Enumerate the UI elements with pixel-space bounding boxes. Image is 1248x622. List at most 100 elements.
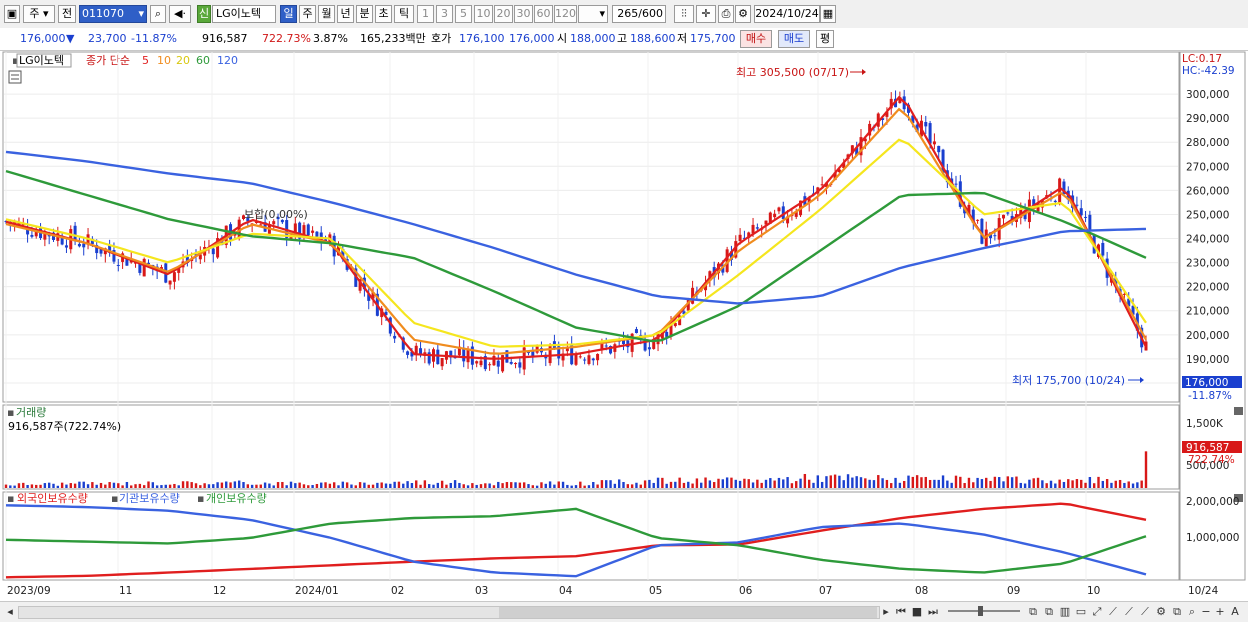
prev-button[interactable]: 전 <box>58 5 76 23</box>
volume-bar <box>138 483 142 488</box>
interval-button-60[interactable]: 60 <box>534 5 553 23</box>
date-field[interactable]: 2024/10/24 <box>754 5 820 23</box>
rewind-icon[interactable]: ⏮ <box>894 604 908 619</box>
volume-bar <box>682 482 686 488</box>
settings-small-icon[interactable]: ⚙ <box>1154 604 1168 619</box>
volume-bar <box>43 483 47 488</box>
volume-bar <box>687 481 690 488</box>
draw-line-icon[interactable]: ⟋ <box>1138 604 1152 619</box>
interval-button-30[interactable]: 30 <box>514 5 533 23</box>
copy-icon[interactable]: ⧉ <box>1042 604 1056 619</box>
zoom-out-icon[interactable]: − <box>1200 604 1212 619</box>
volume-bar <box>859 477 863 488</box>
expand-icon[interactable]: ⤢ <box>1090 604 1104 619</box>
search-icon[interactable]: ⌕ <box>150 5 166 23</box>
scroll-right-icon[interactable]: ▸ <box>880 604 892 619</box>
volume-bar <box>777 477 781 488</box>
speaker-icon[interactable]: ◀· <box>169 5 191 23</box>
scroll-left-icon[interactable]: ◂ <box>4 604 16 619</box>
stock-name-field[interactable]: LG이노텍 <box>212 5 276 23</box>
interval-button-120[interactable]: 120 <box>554 5 577 23</box>
legend-foreign[interactable]: 외국인보유수량 <box>17 492 88 505</box>
bar-count-field[interactable]: 265/600 <box>612 5 666 23</box>
price-panel-title[interactable]: LG이노텍 <box>19 54 64 67</box>
volume-bar <box>605 480 608 488</box>
volume-bar <box>902 480 906 488</box>
volume-bar <box>548 481 552 488</box>
chart-svg[interactable]: ▪ LG이노텍 종가 단순 5 10 20 60 120 300,000 290,… <box>0 50 1248 601</box>
panel-close-icon[interactable] <box>1234 407 1243 415</box>
period-prefix-select[interactable]: 주 ▾ <box>23 5 55 23</box>
print-icon[interactable]: ⎙ <box>718 5 734 23</box>
crosshair-icon[interactable]: ✛ <box>696 5 716 23</box>
period-button-tick[interactable]: 틱 <box>394 5 414 23</box>
volume-bar <box>941 475 945 488</box>
fast-forward-icon[interactable]: ⏭ <box>926 604 940 619</box>
volume-bar <box>561 481 565 488</box>
calendar-icon[interactable]: ▦ <box>820 5 836 23</box>
export-icon[interactable]: ⧉ <box>1170 604 1184 619</box>
top-toolbar: ▣ 주 ▾ 전 011070 ▾ ⌕ ◀· 신 LG이노텍 일 주 월 년 분 초… <box>0 0 1248 29</box>
font-size-icon[interactable]: A <box>1228 604 1242 619</box>
volume-bar <box>341 481 345 488</box>
volume-panel-title[interactable]: 거래량 <box>16 406 46 419</box>
legend-individual[interactable]: 개인보유수량 <box>206 492 267 505</box>
candle-body <box>406 351 410 355</box>
volume-bar <box>626 484 630 488</box>
interval-button-3[interactable]: 3 <box>436 5 453 23</box>
period-button-minute[interactable]: 분 <box>356 5 373 23</box>
volume-bar <box>186 481 189 488</box>
interval-button-1[interactable]: 1 <box>417 5 434 23</box>
candle-body <box>116 264 120 266</box>
interval-custom-select[interactable]: ▾ <box>578 5 608 23</box>
volume-bar <box>907 475 910 488</box>
gear-icon[interactable]: ⚙ <box>735 5 751 23</box>
volume-tick-top: 1,500K <box>1186 418 1224 430</box>
stop-icon[interactable]: ■ <box>910 604 924 619</box>
volume-bar <box>997 477 1001 488</box>
trend-line-icon[interactable]: ⟋ <box>1106 604 1120 619</box>
volume-bar <box>155 485 159 488</box>
zoom-slider[interactable] <box>948 606 1020 616</box>
screen-menu-icon[interactable]: ▣ <box>4 5 20 23</box>
zoom-in-icon[interactable]: + <box>1214 604 1226 619</box>
period-button-day[interactable]: 일 <box>280 5 297 23</box>
panel-dot-icon: ▪ <box>7 492 14 505</box>
buy-button[interactable]: 매수 <box>740 30 772 48</box>
interval-button-5[interactable]: 5 <box>455 5 472 23</box>
period-button-year[interactable]: 년 <box>337 5 354 23</box>
candle-body <box>315 231 319 237</box>
volume-bar <box>492 485 496 488</box>
volume-bar <box>168 484 172 488</box>
candle-body <box>1101 242 1105 256</box>
eval-button[interactable]: 평 <box>816 30 834 48</box>
volume-bar <box>259 484 262 488</box>
zoom-slider-handle[interactable] <box>978 606 983 616</box>
horizontal-scrollbar[interactable] <box>18 606 880 619</box>
period-button-month[interactable]: 월 <box>318 5 335 23</box>
legend-institution[interactable]: 기관보유수량 <box>119 492 180 505</box>
candle-type-icon[interactable]: ⫶⫶ <box>674 5 694 23</box>
window-icon[interactable]: ▭ <box>1074 604 1088 619</box>
volume-bar <box>1136 482 1139 488</box>
volume-bar <box>1049 480 1053 488</box>
search-zoom-icon[interactable]: ⌕ <box>1186 604 1198 619</box>
data-table-icon[interactable] <box>8 70 22 84</box>
period-button-week[interactable]: 주 <box>299 5 316 23</box>
volume-bar <box>1127 481 1130 488</box>
sell-button[interactable]: 매도 <box>778 30 810 48</box>
period-button-second[interactable]: 초 <box>375 5 392 23</box>
flat-annotation: 보합(0.00%) <box>244 208 308 221</box>
time-tick-label: 03 <box>475 585 488 597</box>
volume-bar <box>674 481 677 488</box>
bar-chart-icon[interactable]: ▥ <box>1058 604 1072 619</box>
quote-info-bar: 176,000 ▼ 23,700 -11.87% 916,587 722.73%… <box>0 28 1248 51</box>
chart-area[interactable]: ▪ LG이노텍 종가 단순 5 10 20 60 120 300,000 290,… <box>0 50 1248 621</box>
scrollbar-thumb[interactable] <box>499 607 877 618</box>
volume-bar <box>276 482 280 488</box>
layout-icon[interactable]: ⧉ <box>1026 604 1040 619</box>
draw-line-icon[interactable]: ⟋ <box>1122 604 1136 619</box>
stock-code-input[interactable]: 011070 ▾ <box>79 5 147 23</box>
interval-button-10[interactable]: 10 <box>474 5 493 23</box>
interval-button-20[interactable]: 20 <box>494 5 513 23</box>
